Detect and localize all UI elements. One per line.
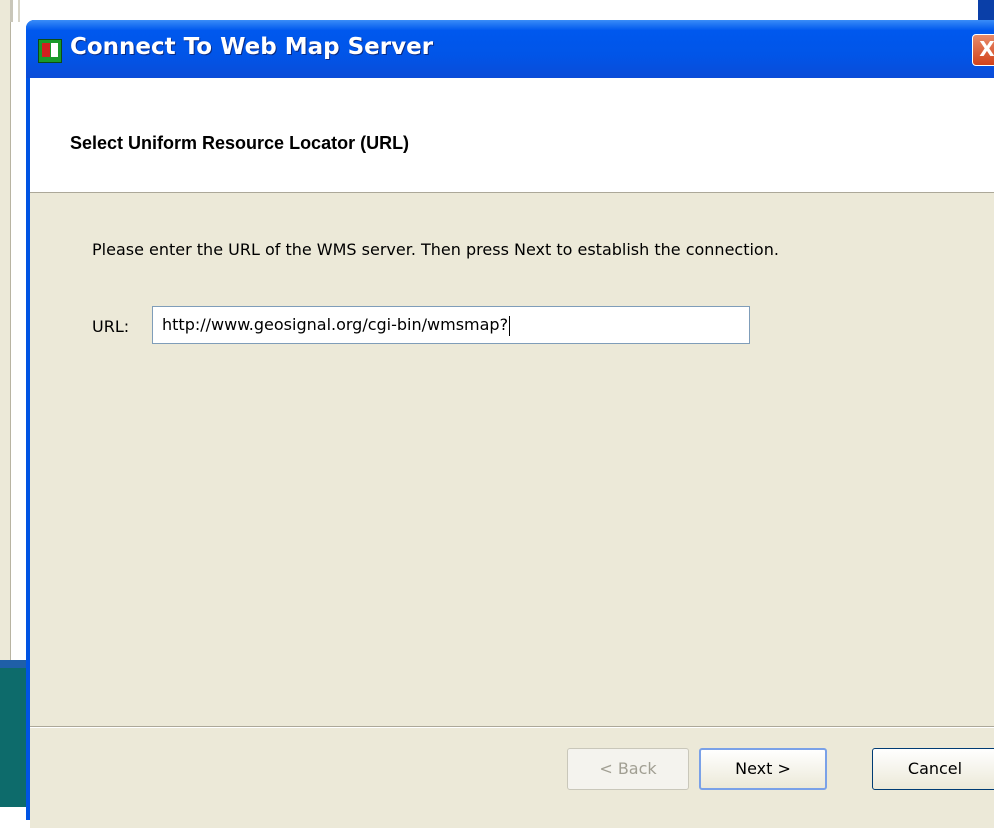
connect-wms-dialog: Connect To Web Map Server X Select Unifo… — [26, 20, 994, 828]
background-divider — [18, 0, 20, 22]
background-window — [0, 0, 994, 22]
background-taskbar-edge — [0, 660, 26, 668]
url-value: http://www.geosignal.org/cgi-bin/wmsmap? — [162, 315, 509, 334]
url-label: URL: — [92, 317, 130, 336]
background-window-edge — [978, 0, 994, 20]
step-title: Select Uniform Resource Locator (URL) — [70, 133, 410, 153]
background-desktop — [0, 668, 26, 807]
close-button[interactable]: X — [972, 34, 994, 66]
title-bar[interactable]: Connect To Web Map Server X — [26, 20, 994, 78]
dialog-body: Select Uniform Resource Locator (URL) Pl… — [30, 78, 994, 828]
background-divider — [10, 0, 13, 22]
text-caret — [509, 315, 511, 336]
footer-separator — [30, 726, 994, 728]
app-icon — [38, 39, 62, 63]
wizard-header: Select Uniform Resource Locator (URL) — [30, 78, 994, 193]
next-button[interactable]: Next > — [699, 748, 827, 790]
instruction-text: Please enter the URL of the WMS server. … — [92, 240, 779, 259]
cancel-button[interactable]: Cancel — [872, 748, 994, 790]
dialog-title: Connect To Web Map Server — [70, 34, 434, 60]
url-input[interactable]: http://www.geosignal.org/cgi-bin/wmsmap? — [152, 306, 750, 344]
back-button[interactable]: < Back — [567, 748, 689, 790]
